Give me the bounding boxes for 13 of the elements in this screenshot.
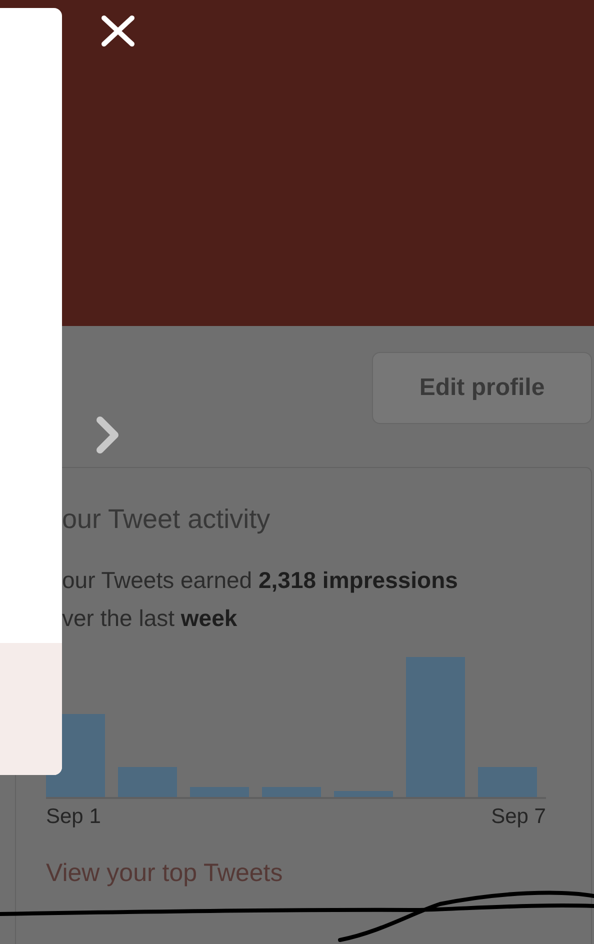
chart-bar — [118, 767, 177, 797]
chevron-right-icon[interactable] — [95, 416, 121, 454]
axis-label: Sep 7 — [491, 805, 546, 829]
impressions-summary: our Tweets earned 2,318 impressions ver the last week — [62, 566, 459, 633]
chart-bar — [334, 791, 393, 797]
chart-bar — [190, 787, 249, 797]
top-tweets-link[interactable]: View your top Tweets — [46, 859, 283, 888]
chart-bar — [262, 787, 321, 797]
close-icon[interactable] — [101, 15, 135, 47]
edit-profile-button[interactable]: Edit profile — [372, 352, 592, 424]
card-title: our Tweet activity — [62, 504, 272, 535]
axis-label: Sep 1 — [46, 805, 101, 829]
chart-bar — [478, 767, 537, 797]
